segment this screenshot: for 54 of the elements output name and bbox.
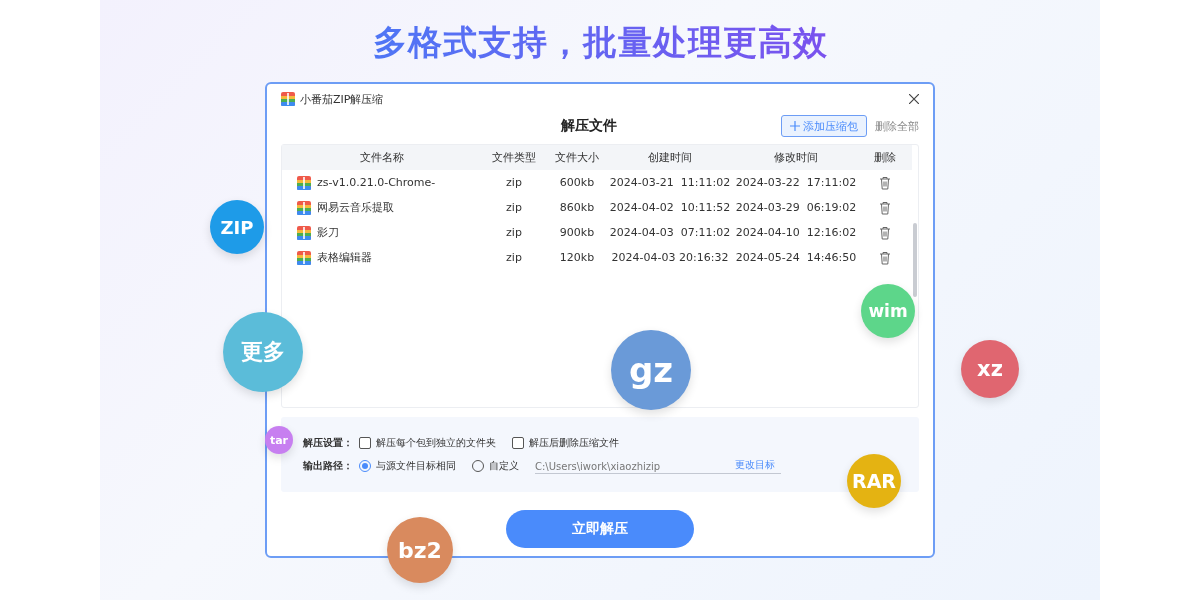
option-label: 与源文件目标相同: [376, 458, 456, 473]
output-path-label: 输出路径：: [303, 458, 353, 473]
option-label: 解压后删除压缩文件: [529, 435, 619, 450]
add-archive-button[interactable]: 添加压缩包: [781, 115, 867, 137]
modified-time: 2024-03-22 17:11:02: [734, 176, 858, 189]
file-name: zs-v1.0.21.0-Chrome-: [317, 176, 436, 189]
trash-icon[interactable]: [879, 175, 891, 190]
dialog-heading: 解压文件: [561, 117, 618, 135]
file-name: 网易云音乐提取: [317, 200, 394, 215]
file-type: zip: [505, 176, 523, 189]
column-header: 删除: [873, 150, 897, 165]
file-type: zip: [505, 226, 523, 239]
column-header: 文件大小: [554, 150, 600, 165]
delete-all-link[interactable]: 删除全部: [875, 118, 919, 134]
plus-icon: [790, 121, 800, 131]
modified-time: 2024-03-29 06:19:02: [734, 201, 858, 214]
option-label: 解压每个包到独立的文件夹: [376, 435, 496, 450]
file-size: 900kb: [558, 226, 596, 239]
change-target-link[interactable]: 更改目标: [735, 457, 775, 472]
file-type: zip: [505, 251, 523, 264]
archive-icon: [297, 225, 311, 240]
created-time: 2024-03-21 11:11:02: [608, 176, 732, 189]
modified-time: 2024-05-24 14:46:50: [734, 251, 858, 264]
trash-icon[interactable]: [879, 200, 891, 215]
column-header: 创建时间: [647, 150, 693, 165]
scrollbar-thumb[interactable]: [913, 223, 917, 297]
created-time: 2024-04-03 20:16:32: [610, 251, 730, 264]
created-time: 2024-04-02 10:11:52: [608, 201, 732, 214]
column-header: 文件名称: [359, 150, 405, 165]
option-label: 自定义: [489, 458, 519, 473]
path-field[interactable]: C:\Users\iwork\xiaozhizip 更改目标: [535, 457, 781, 474]
file-type: zip: [505, 201, 523, 214]
checkbox[interactable]: [512, 436, 524, 449]
trash-icon[interactable]: [879, 225, 891, 240]
archive-icon: [297, 175, 311, 190]
file-size: 860kb: [558, 201, 596, 214]
path-value: C:\Users\iwork\xiaozhizip: [535, 460, 661, 472]
file-size: 600kb: [558, 176, 596, 189]
settings-label: 解压设置：: [303, 435, 353, 450]
file-name: 表格编辑器: [317, 250, 372, 265]
modified-time: 2024-04-10 12:16:02: [734, 226, 858, 239]
file-size: 120kb: [558, 251, 596, 264]
column-header: 文件类型: [491, 150, 537, 165]
archive-icon: [297, 200, 311, 215]
window-title: 小番茄ZIP解压缩: [300, 91, 385, 107]
archive-icon: [281, 92, 295, 106]
trash-icon[interactable]: [879, 250, 891, 265]
archive-icon: [297, 250, 311, 265]
close-icon[interactable]: [909, 94, 919, 104]
file-name: 影刀: [317, 225, 339, 240]
checkbox[interactable]: [359, 436, 371, 449]
column-header: 修改时间: [773, 150, 819, 165]
extract-button[interactable]: 立即解压: [506, 510, 694, 548]
created-time: 2024-04-03 07:11:02: [608, 226, 732, 239]
